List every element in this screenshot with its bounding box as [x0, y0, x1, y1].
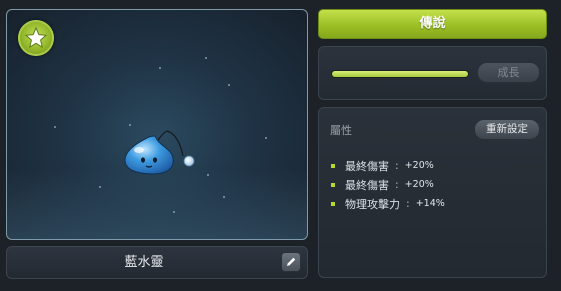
reset-attributes-button[interactable]: 重新設定	[474, 119, 540, 140]
bullet-icon	[331, 163, 335, 168]
attribute-name: 最終傷害	[345, 178, 389, 192]
sparkle	[54, 126, 56, 128]
attribute-separator: :	[395, 178, 399, 191]
attribute-separator: :	[395, 159, 399, 172]
sparkle	[205, 57, 207, 59]
bullet-icon	[331, 201, 335, 206]
sparkle	[99, 186, 101, 188]
growth-progress-bar	[332, 71, 468, 77]
attribute-title: 屬性	[330, 124, 352, 137]
bullet-icon	[331, 182, 335, 187]
pet-name-bar: 藍水靈	[6, 246, 308, 279]
attribute-row: 最終傷害 : +20%	[331, 156, 445, 175]
attribute-value: +20%	[404, 160, 434, 171]
attribute-separator: :	[406, 197, 410, 210]
sparkle	[207, 174, 209, 176]
attribute-name: 最終傷害	[345, 159, 389, 173]
attribute-value: +14%	[415, 198, 445, 209]
attribute-row: 物理攻擊力 : +14%	[331, 194, 445, 213]
star-icon	[24, 26, 48, 49]
attribute-value: +20%	[404, 179, 434, 190]
sparkle	[159, 67, 161, 69]
pet-preview-panel	[6, 9, 308, 240]
attribute-row: 最終傷害 : +20%	[331, 175, 445, 194]
grow-button[interactable]: 成長	[477, 62, 540, 83]
attribute-name: 物理攻擊力	[345, 197, 400, 211]
grade-legend-button[interactable]: 傳說	[318, 9, 547, 39]
pencil-icon	[287, 257, 296, 266]
pet-window: 藍水靈 傳說 成長 屬性 重新設定 最終傷害 : +20% 最終傷害: +20…	[0, 0, 561, 291]
edit-name-button[interactable]	[281, 252, 301, 272]
sparkle	[129, 124, 131, 126]
growth-progress-fill	[332, 71, 468, 77]
sparkle	[223, 196, 225, 198]
attribute-list: 最終傷害 : +20% 最終傷害 : +20% 物理攻擊力 : +14%	[331, 156, 445, 213]
pet-name: 藍水靈	[124, 255, 164, 270]
grade-star-badge	[18, 20, 54, 56]
sparkle	[228, 84, 230, 86]
sparkle	[265, 137, 267, 139]
attribute-panel: 屬性 重新設定 最終傷害 : +20% 最終傷害 : +20% 物理攻擊力 : …	[318, 107, 547, 278]
blue-slime-pet	[124, 130, 195, 175]
sparkle	[173, 211, 175, 213]
growth-panel: 成長	[318, 46, 547, 100]
